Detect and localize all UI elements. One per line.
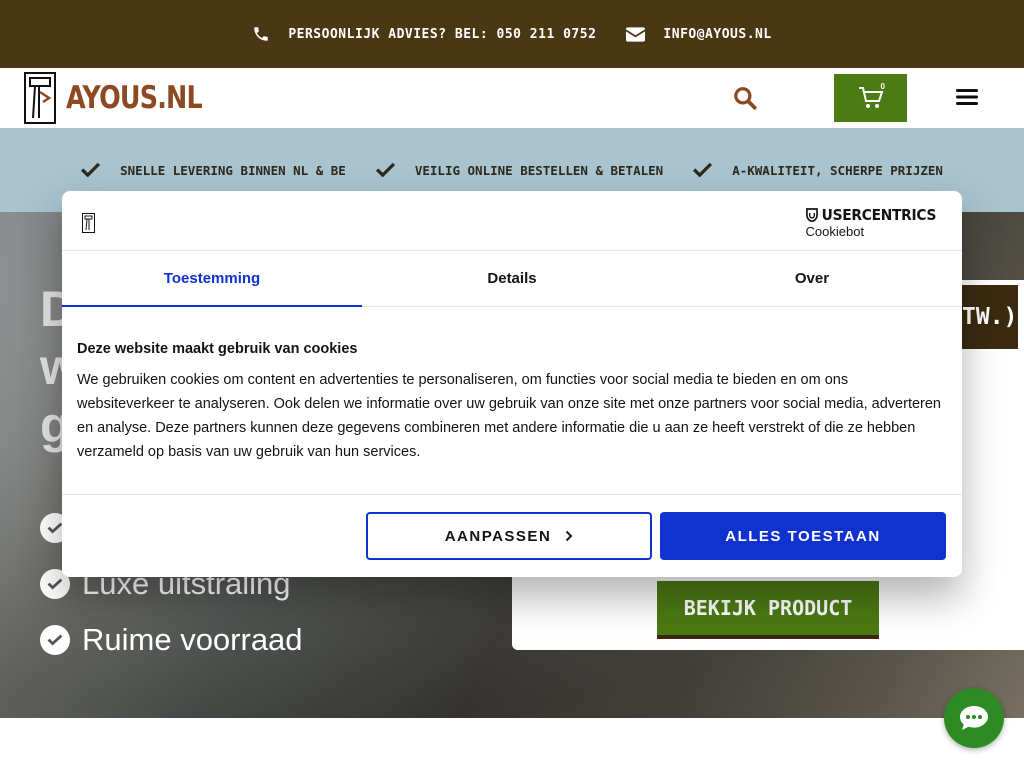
cart-count: 0	[880, 82, 885, 91]
check-icon	[375, 163, 395, 177]
site-header: AYOUS.NL 0	[0, 68, 1024, 128]
hero-feature-label: Ruime voorraad	[82, 622, 303, 657]
phone-icon	[254, 27, 269, 41]
usp-label: A-KWALITEIT, SCHERPE PRIJZEN	[732, 162, 943, 178]
logo-mark-icon	[24, 72, 56, 124]
phone-contact[interactable]: PERSOONLIJK ADVIES? BEL: 050 211 0752	[252, 25, 596, 43]
tab-about[interactable]: Over	[662, 251, 962, 306]
phone-text: PERSOONLIJK ADVIES? BEL: 050 211 0752	[288, 26, 597, 42]
cookie-dialog-body: Deze website maakt gebruik van cookies W…	[62, 307, 962, 495]
usp-label: SNELLE LEVERING BINNEN NL & BE	[120, 162, 346, 178]
usercentrics-brand[interactable]: USERCENTRICS Cookiebot	[806, 206, 947, 239]
usercentrics-logo: USERCENTRICS	[805, 206, 936, 224]
usp-item: SNELLE LEVERING BINNEN NL & BE	[81, 163, 346, 178]
usp-item: VEILIG ONLINE BESTELLEN & BETALEN	[375, 162, 664, 178]
site-logo-small-icon	[82, 213, 95, 233]
cookie-heading: Deze website maakt gebruik van cookies	[77, 341, 358, 357]
cookie-description: We gebruiken cookies om content en adver…	[77, 372, 941, 460]
envelope-icon	[626, 26, 646, 42]
allow-all-button[interactable]: ALLES TOESTAAN	[660, 512, 946, 560]
cart-button[interactable]: 0	[834, 74, 907, 122]
top-contact-bar: PERSOONLIJK ADVIES? BEL: 050 211 0752 IN…	[0, 0, 1024, 68]
cookie-dialog-header: USERCENTRICS Cookiebot	[62, 191, 962, 251]
email-text: INFO@AYOUS.NL	[663, 26, 772, 42]
product-card-label: TW.)	[962, 285, 1018, 349]
chat-bubble-icon	[960, 706, 988, 730]
menu-button[interactable]	[956, 88, 978, 111]
tab-consent[interactable]: Toestemming	[62, 251, 362, 307]
check-icon	[40, 625, 70, 655]
usp-item: A-KWALITEIT, SCHERPE PRIJZEN	[693, 163, 943, 178]
search-button[interactable]	[732, 85, 758, 116]
customize-label: AANPASSEN	[444, 527, 552, 545]
logo-text: AYOUS.NL	[66, 80, 203, 116]
cookie-consent-dialog: USERCENTRICS Cookiebot Toestemming Detai…	[62, 191, 962, 577]
site-logo[interactable]: AYOUS.NL	[24, 72, 232, 124]
hamburger-menu-icon	[956, 89, 978, 105]
search-icon	[734, 87, 757, 110]
email-contact[interactable]: INFO@AYOUS.NL	[626, 27, 771, 42]
customize-button[interactable]: AANPASSEN	[366, 512, 652, 560]
cookie-tabs: Toestemming Details Over	[62, 251, 962, 307]
shield-icon	[805, 208, 818, 222]
tab-details[interactable]: Details	[362, 251, 662, 306]
check-icon	[81, 163, 101, 177]
cookie-dialog-actions: AANPASSEN ALLES TOESTAAN	[62, 511, 962, 561]
check-icon	[693, 163, 713, 177]
usp-label: VEILIG ONLINE BESTELLEN & BETALEN	[414, 162, 664, 178]
hero-feature-item: Ruime voorraad	[40, 612, 303, 668]
chat-button[interactable]	[944, 688, 1004, 748]
cookiebot-label: Cookiebot	[805, 224, 865, 239]
view-product-button[interactable]: BEKIJK PRODUCT	[657, 581, 879, 639]
usercentrics-name: USERCENTRICS	[821, 206, 936, 224]
chevron-right-icon	[566, 530, 573, 542]
